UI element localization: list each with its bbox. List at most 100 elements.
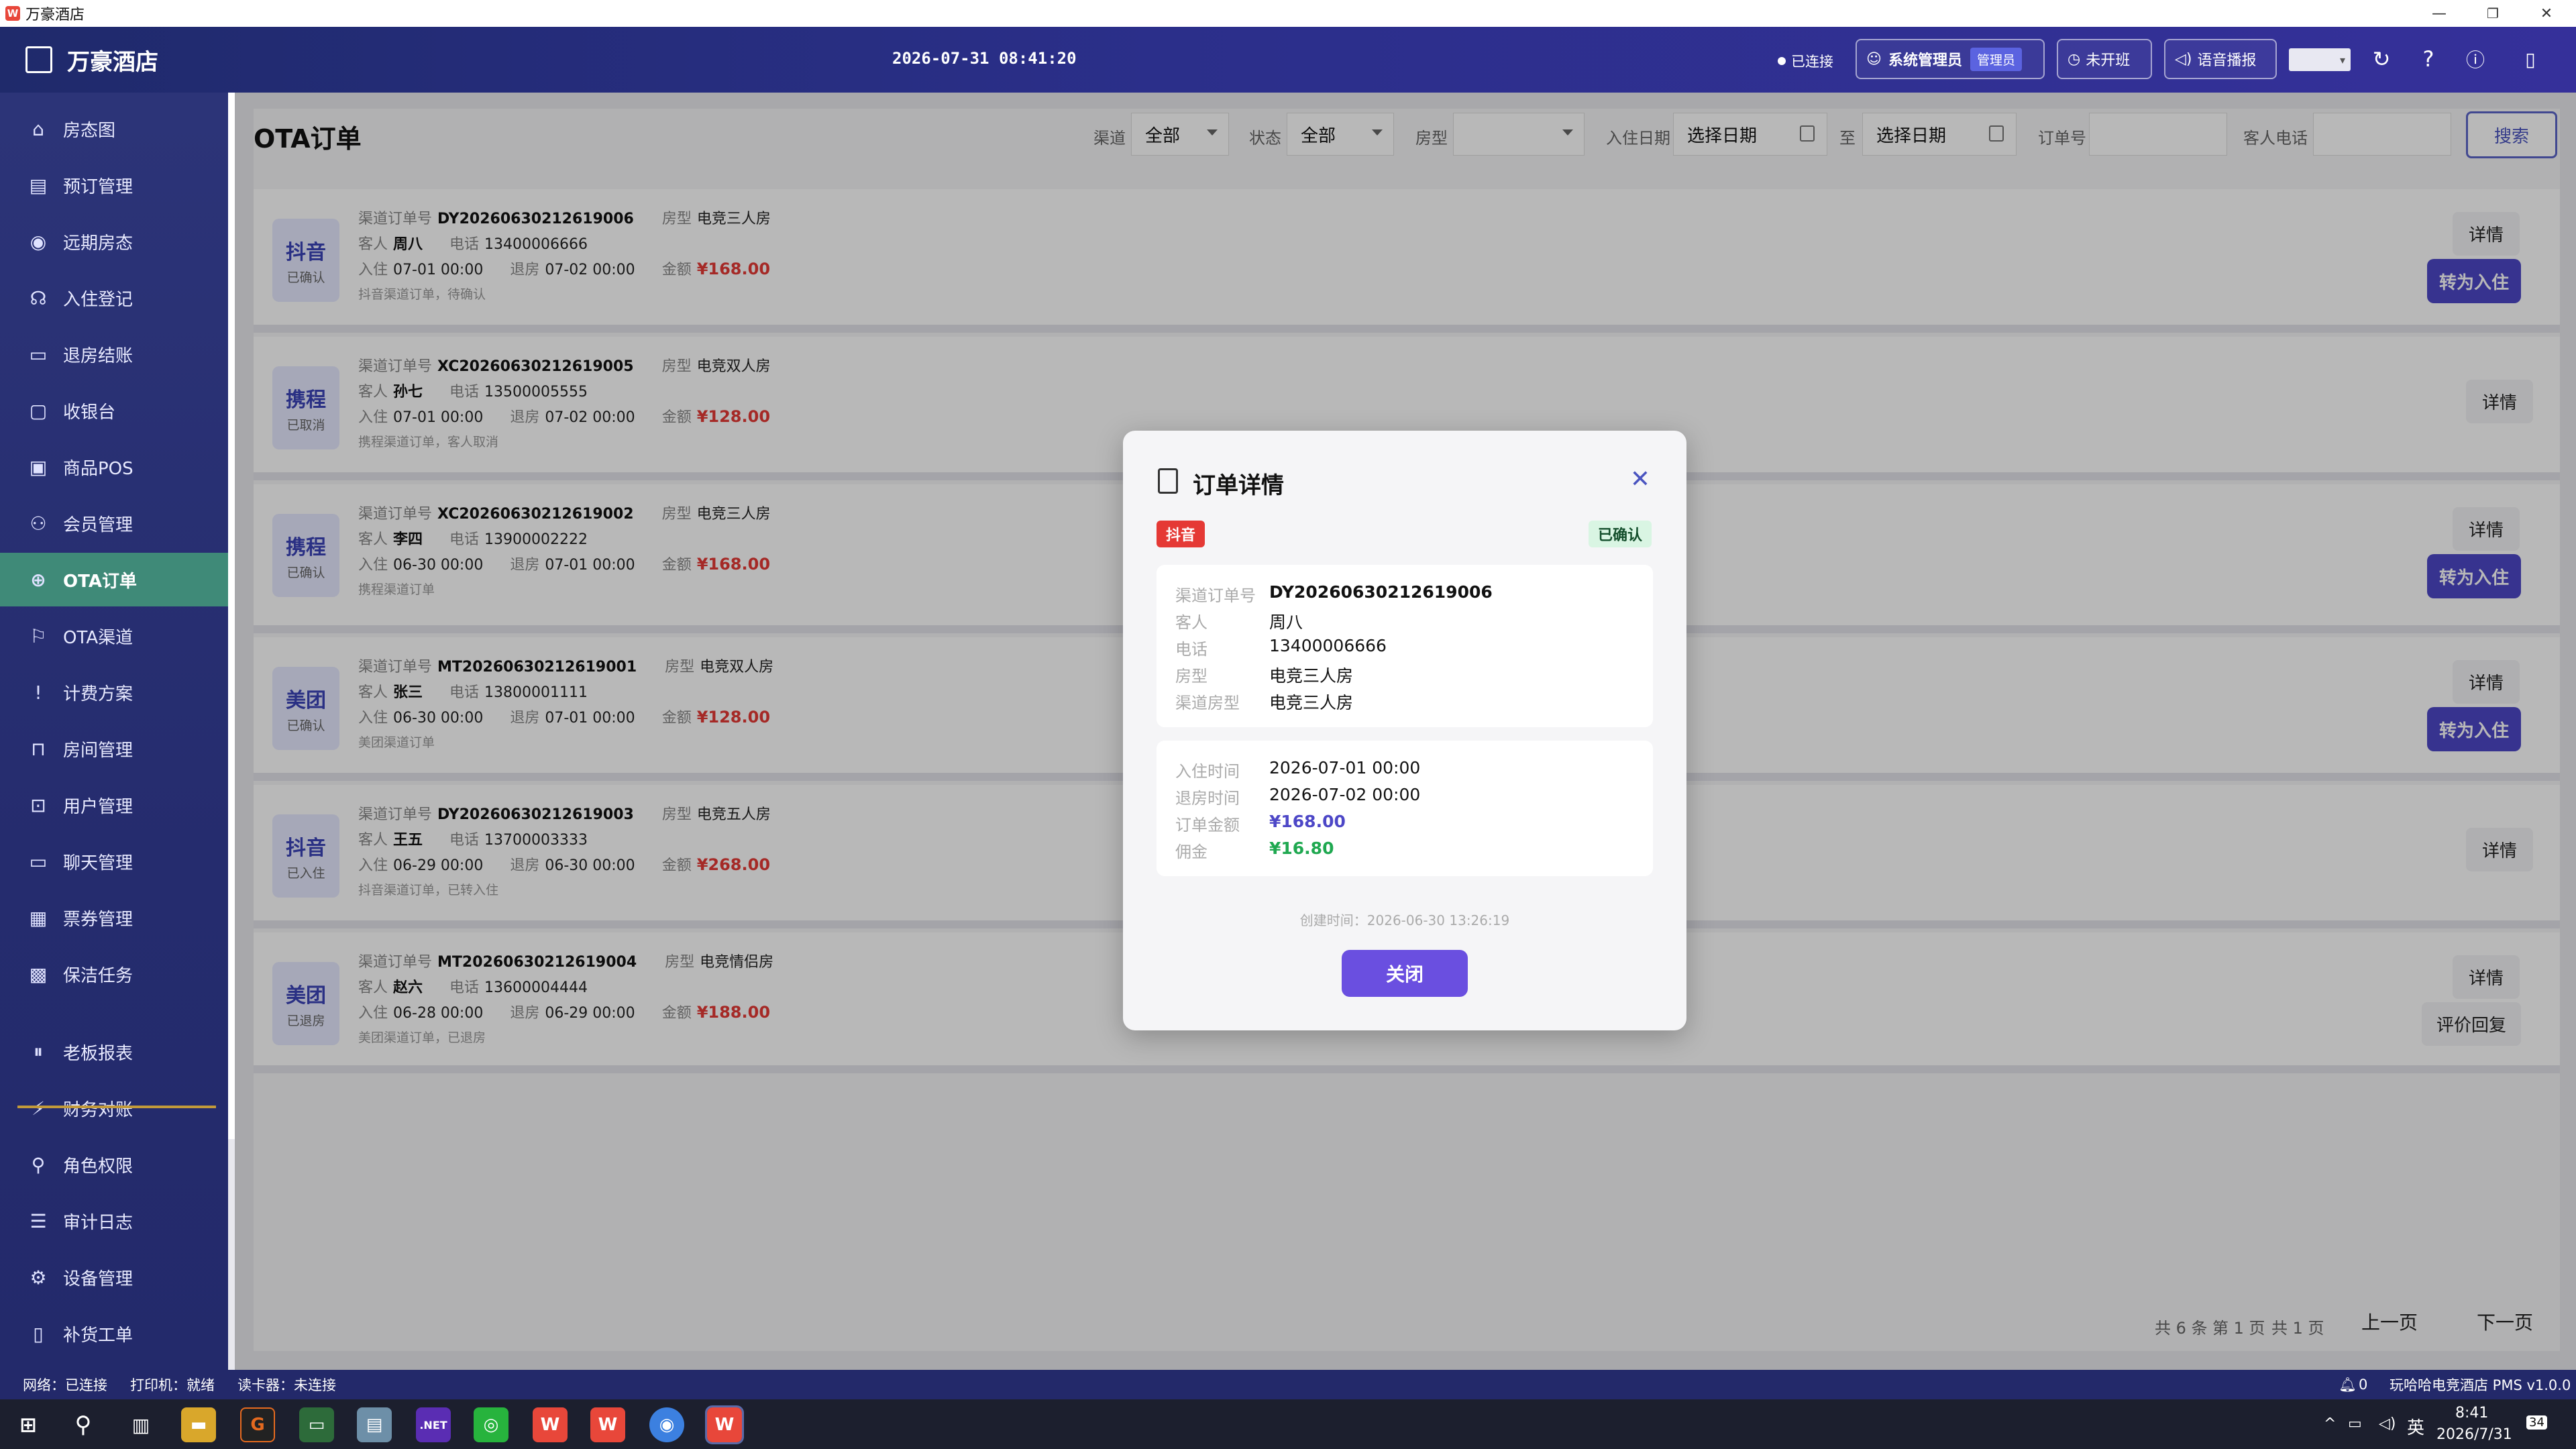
sidebar: ⌂ 房态图 ▤ 预订管理 ◉ 远期房态 ☊ 入住登记 ▭ 退房结账 ▢ 收银台 ▣ 商品POS ⚇ 会员管理 ⊕… [0,93,228,1370]
sidebar-item[interactable]: ⚲ 角色权限 [0,1138,228,1191]
tray-chevron-icon[interactable]: ^ [2324,1415,2336,1432]
detail-value: 2026-07-02 00:00 [1269,785,1421,804]
task-view-icon[interactable]: ▥ [123,1407,158,1442]
speaker-icon: ◁) [2175,50,2192,68]
nav-icon: ▩ [29,963,48,985]
phone-icon[interactable]: ▯ [2517,46,2544,72]
scrollbar-thumb[interactable] [228,93,235,1139]
status-dot-icon [1778,57,1786,65]
sidebar-item[interactable]: ▭ 聊天管理 [0,835,228,888]
sidebar-item-label: 老板报表 [63,1043,133,1064]
shift-label: 未开班 [2086,52,2131,69]
close-window-button[interactable]: ✕ [2520,0,2573,27]
detail-key: 渠道房型 [1175,694,1240,712]
language-select[interactable]: ▾ [2289,48,2351,71]
sidebar-item-label: 补货工单 [63,1325,133,1346]
sidebar-item[interactable]: ▭ 退房结账 [0,327,228,381]
card-reader-status: 读卡器：未连接 [237,1377,336,1393]
status-bar: 网络：已连接 打印机：就绪 读卡器：未连接 🔔︎ 0 玩哈哈电竞酒店 PMS v… [0,1370,2576,1399]
nav-icon: ☰ [30,1210,47,1232]
help-icon[interactable]: ? [2415,46,2442,72]
nav-icon: ⊡ [30,794,46,816]
taskbar-time[interactable]: 8:41 [2455,1405,2488,1421]
nav-icon: ▣ [29,455,48,478]
sidebar-item-label: 远期房态 [63,233,133,254]
window-titlebar: W 万豪酒店 [0,0,2576,27]
sidebar-item-label: 设备管理 [63,1269,133,1289]
info-icon[interactable]: ⓘ [2462,46,2489,72]
brand: 万豪酒店 [25,44,158,76]
wps-icon-2[interactable]: W [590,1407,625,1442]
sidebar-item[interactable]: ◉ 远期房态 [0,215,228,268]
wps-icon[interactable]: W [533,1407,568,1442]
volume-icon[interactable]: ◁) [2379,1415,2396,1432]
hotel-app-taskbar-icon[interactable]: W [705,1405,744,1444]
file-explorer-icon[interactable]: ▬ [181,1407,216,1442]
sidebar-item-label: 退房结账 [63,345,133,366]
user-name: 系统管理员 [1888,52,1962,69]
sidebar-item[interactable]: ⚐ OTA渠道 [0,609,228,663]
minimize-button[interactable]: — [2412,0,2466,27]
close-button[interactable]: 关闭 [1342,950,1468,997]
detail-value: DY20260630212619006 [1269,582,1493,602]
sidebar-item-label: 角色权限 [63,1156,133,1177]
sidebar-item-label: 商品POS [63,458,133,479]
wechat-icon[interactable]: ◎ [474,1407,508,1442]
user-button[interactable]: ☺ 系统管理员 管理员 [1856,39,2045,79]
editor-icon[interactable]: ▤ [357,1407,392,1442]
sidebar-item[interactable]: ⊡ 用户管理 [0,778,228,832]
nav-icon: ⚐ [30,625,47,647]
channel-badge: 抖音 [1157,521,1205,547]
sidebar-item[interactable]: ▩ 保洁任务 [0,947,228,1001]
sidebar-item-label: 票券管理 [63,909,133,930]
ime-indicator[interactable]: 英 [2407,1414,2424,1439]
network-icon[interactable]: ▭ [2348,1415,2362,1432]
voice-button[interactable]: ◁) 语音播报 [2164,39,2277,79]
sidebar-item[interactable]: ▢ 收银台 [0,384,228,437]
sidebar-item[interactable]: ▤ 预订管理 [0,158,228,212]
refresh-icon[interactable]: ↻ [2368,46,2395,72]
sidebar-item[interactable]: ▯ 补货工单 [0,1307,228,1360]
sidebar-item-label: 预订管理 [63,176,133,197]
sidebar-item[interactable]: ⊕ OTA订单 [0,553,228,606]
git-icon[interactable]: G [240,1407,275,1442]
nav-icon: ▦ [29,906,48,929]
connection-status: 已连接 [1778,51,1833,71]
bell-count: 0 [2359,1377,2368,1393]
terminal-icon[interactable]: ▭ [299,1407,334,1442]
chevron-down-icon: ▾ [2339,54,2345,66]
sidebar-item-label: 财务对账 [63,1099,133,1120]
sidebar-item[interactable]: ⚡ 财务对账 [0,1081,228,1135]
sidebar-item-label: 房态图 [63,120,116,141]
sidebar-item[interactable]: ! 计费方案 [0,665,228,719]
sidebar-item[interactable]: ☰ 审计日志 [0,1194,228,1248]
sidebar-item[interactable]: ▣ 商品POS [0,440,228,494]
sidebar-item-label: 房间管理 [63,740,133,761]
sidebar-item[interactable]: ☊ 入住登记 [0,271,228,325]
clock-icon: ◷ [2068,50,2081,68]
nav-icon: ▭ [29,850,48,873]
taskbar-date[interactable]: 2026/7/31 [2436,1426,2512,1443]
shift-button[interactable]: ◷ 未开班 [2057,39,2152,79]
sidebar-item[interactable]: ⌂ 房态图 [0,102,228,156]
detail-key: 入住时间 [1175,762,1240,781]
sidebar-item-label: 收银台 [63,402,116,423]
detail-key: 订单金额 [1175,816,1240,835]
windows-start-icon[interactable]: ⊞ [11,1407,46,1442]
sidebar-item[interactable]: ⚇ 会员管理 [0,496,228,550]
dotnet-icon[interactable]: .NET [416,1407,451,1442]
header-clock: 2026-07-31 08:41:20 [892,49,1077,68]
bell-icon[interactable]: 🔔︎ [2339,1377,2357,1393]
notification-badge[interactable]: 34 [2526,1415,2547,1430]
search-icon[interactable]: ⚲ [66,1407,101,1442]
sidebar-item[interactable]: ⏸ 老板报表 [0,1025,228,1079]
sidebar-item[interactable]: ▦ 票券管理 [0,891,228,945]
detail-key: 佣金 [1175,843,1208,861]
restore-button[interactable]: ❐ [2466,0,2520,27]
nav-icon: ⚡ [32,1097,45,1120]
sidebar-item[interactable]: ⚙ 设备管理 [0,1250,228,1304]
sidebar-item[interactable]: ⊓ 房间管理 [0,722,228,775]
chrome-icon[interactable]: ◉ [649,1407,684,1442]
close-icon[interactable]: ✕ [1630,466,1650,493]
sidebar-scrollbar[interactable] [228,93,235,1370]
